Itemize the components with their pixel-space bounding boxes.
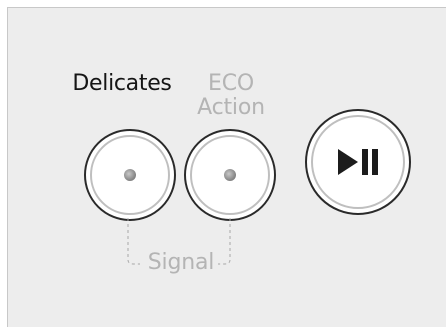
start-pause-button[interactable] bbox=[305, 109, 411, 215]
eco-label-line1: ECO bbox=[208, 71, 254, 96]
delicates-label: Delicates bbox=[72, 71, 172, 96]
play-pause-icon bbox=[338, 149, 378, 175]
control-panel: Delicates ECO Action Signal bbox=[7, 7, 446, 327]
delicates-button[interactable] bbox=[84, 129, 176, 221]
eco-action-label: ECO Action bbox=[184, 72, 278, 120]
eco-action-button[interactable] bbox=[184, 129, 276, 221]
eco-indicator-led bbox=[224, 169, 236, 181]
signal-label: Signal bbox=[147, 250, 215, 275]
delicates-indicator-led bbox=[124, 169, 136, 181]
eco-label-line2: Action bbox=[197, 95, 265, 120]
